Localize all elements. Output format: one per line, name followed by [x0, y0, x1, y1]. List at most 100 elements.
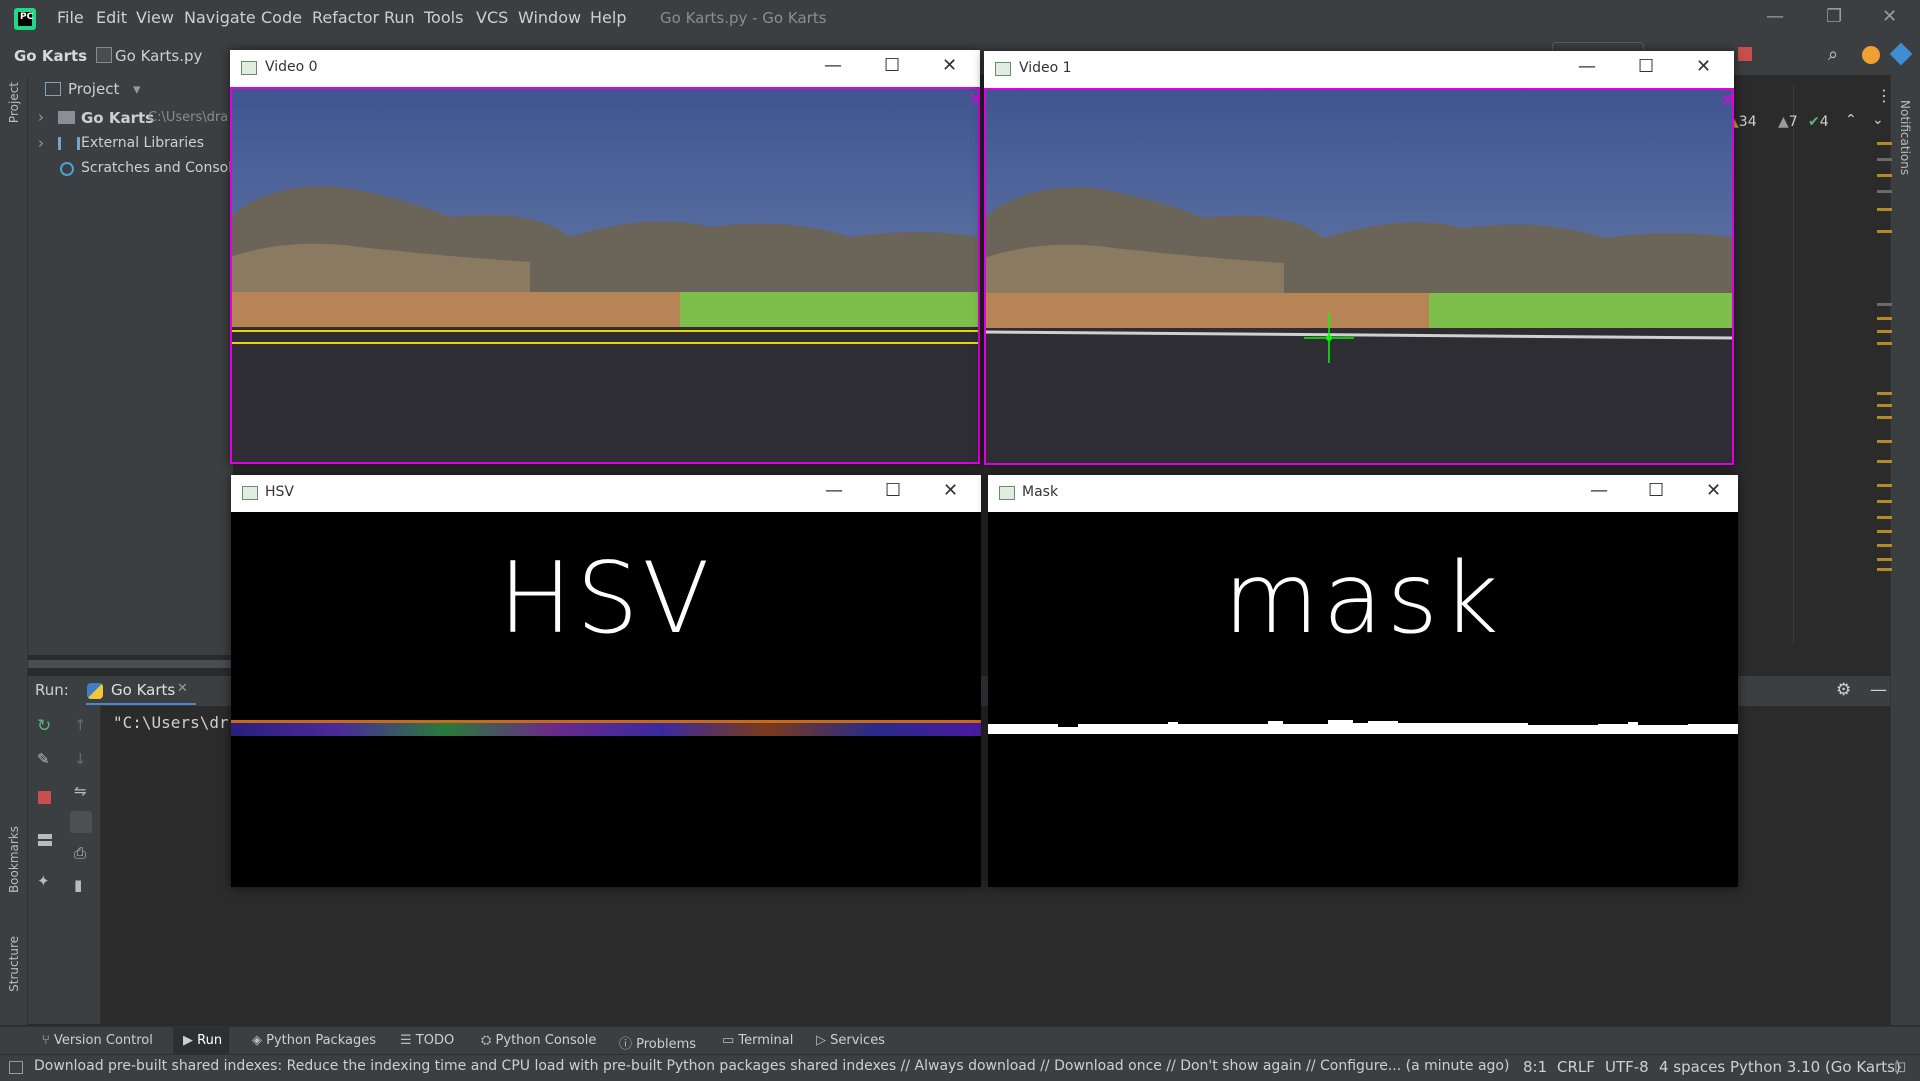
rerun-icon[interactable]: ↻ — [37, 716, 51, 736]
window-titlebar[interactable]: HSV — ☐ ✕ — [231, 475, 981, 512]
breadcrumb-file[interactable]: Go Karts.py — [115, 47, 202, 65]
arrow-down-icon[interactable]: ↓ — [74, 750, 87, 768]
maximize-icon[interactable]: ☐ — [884, 55, 900, 76]
minimize-icon[interactable]: — — [1590, 480, 1608, 501]
menu-view[interactable]: View — [136, 8, 174, 27]
trash-icon[interactable]: ▮ — [74, 876, 82, 894]
close-icon[interactable]: ✕ — [1696, 56, 1711, 77]
chevron-up-icon[interactable]: ⌃ — [1845, 112, 1857, 128]
more-options-icon[interactable]: ⋮ — [1876, 86, 1892, 105]
maximize-icon[interactable]: ☐ — [1648, 480, 1664, 501]
warning-marker[interactable] — [1877, 460, 1892, 463]
warning-marker[interactable] — [1877, 516, 1892, 519]
chevron-down-icon[interactable]: ▾ — [133, 80, 141, 98]
project-panel-title[interactable]: Project — [68, 80, 119, 98]
cv-window-video-1[interactable]: Video 1 — ☐ ✕ ✕ — [984, 51, 1734, 465]
warning-marker[interactable] — [1877, 392, 1892, 395]
chevron-right-icon[interactable]: › — [38, 108, 44, 126]
maximize-icon[interactable]: ☐ — [1638, 56, 1654, 77]
warning-marker[interactable] — [1877, 568, 1892, 571]
warning-marker[interactable] — [1877, 330, 1892, 333]
status-position[interactable]: 8:1 — [1523, 1058, 1547, 1076]
menu-navigate[interactable]: Navigate — [184, 8, 256, 27]
warning-marker[interactable] — [1877, 440, 1892, 443]
warning-marker[interactable] — [1877, 208, 1892, 211]
restore-icon[interactable]: ❐ — [1826, 6, 1842, 27]
notifications-tool-label[interactable]: Notifications — [1898, 100, 1912, 175]
hide-panel-icon[interactable]: — — [1870, 680, 1887, 700]
tree-item-go-karts[interactable]: Go Karts — [81, 109, 154, 127]
close-icon[interactable]: ✕ — [1882, 6, 1897, 27]
window-titlebar[interactable]: Mask — ☐ ✕ — [988, 475, 1738, 512]
warning-marker[interactable] — [1877, 190, 1892, 193]
minimize-icon[interactable]: — — [825, 480, 843, 501]
menu-code[interactable]: Code — [261, 8, 302, 27]
stop-icon[interactable] — [1738, 47, 1752, 61]
status-encoding[interactable]: UTF-8 — [1605, 1058, 1649, 1076]
warning-marker[interactable] — [1877, 500, 1892, 503]
close-icon[interactable]: ✕ — [943, 480, 958, 501]
warning-marker[interactable] — [1877, 230, 1892, 233]
search-icon[interactable]: ⌕ — [1828, 44, 1838, 65]
chevron-right-icon[interactable]: › — [38, 134, 44, 152]
run-tab-go-karts[interactable]: Go Karts — [111, 681, 175, 699]
status-interpreter[interactable]: Python 3.10 (Go Karts) — [1730, 1058, 1901, 1076]
menu-run[interactable]: Run — [384, 8, 415, 27]
warning-marker[interactable] — [1877, 416, 1892, 419]
tab-run[interactable]: ▶ Run — [183, 1033, 222, 1048]
gear-icon[interactable]: ⚙ — [1836, 680, 1851, 700]
chevron-down-icon[interactable]: ⌄ — [1872, 112, 1884, 128]
structure-tool-label[interactable]: Structure — [7, 936, 21, 992]
layout-icon[interactable] — [38, 834, 52, 846]
warning-marker[interactable] — [1877, 404, 1892, 407]
status-line-separator[interactable]: CRLF — [1557, 1058, 1595, 1076]
warning-marker[interactable] — [1877, 303, 1892, 306]
status-message[interactable]: Download pre-built shared indexes: Reduc… — [34, 1058, 1509, 1074]
window-titlebar[interactable]: Video 1 — ☐ ✕ — [984, 51, 1734, 88]
warning-marker[interactable] — [1877, 158, 1892, 161]
warning-marker[interactable] — [1877, 544, 1892, 547]
warning-marker[interactable] — [1877, 558, 1892, 561]
menu-tools[interactable]: Tools — [424, 8, 463, 27]
pin-icon[interactable]: ✦ — [37, 872, 50, 890]
soft-wrap-icon[interactable]: ⇋ — [74, 782, 87, 800]
close-icon[interactable]: ✕ — [942, 55, 957, 76]
breadcrumb-project[interactable]: Go Karts — [14, 47, 87, 65]
project-tool-label[interactable]: Project — [7, 82, 21, 123]
tab-python-console[interactable]: ⛭ Python Console — [481, 1033, 596, 1048]
print-icon[interactable]: ⎙ — [74, 844, 86, 862]
stop-icon[interactable] — [38, 791, 51, 804]
bookmarks-tool-label[interactable]: Bookmarks — [7, 826, 21, 893]
tab-python-packages[interactable]: ◈ Python Packages — [252, 1033, 376, 1048]
warning-marker[interactable] — [1877, 317, 1892, 320]
warning-marker[interactable] — [1877, 484, 1892, 487]
horizontal-scrollbar[interactable] — [28, 660, 233, 668]
inspection-ok[interactable]: ✔4 — [1808, 114, 1829, 130]
menu-window[interactable]: Window — [518, 8, 581, 27]
warning-marker[interactable] — [1877, 142, 1892, 145]
lock-icon[interactable]: ⊡ — [1894, 1058, 1907, 1076]
arrow-up-icon[interactable]: ↑ — [74, 716, 87, 734]
warning-marker[interactable] — [1877, 530, 1892, 533]
minimize-icon[interactable]: — — [1578, 56, 1596, 77]
tab-problems[interactable]: ⓘ Problems — [619, 1033, 696, 1052]
tab-todo[interactable]: ☰ TODO — [400, 1033, 454, 1048]
cv-window-hsv[interactable]: HSV — ☐ ✕ HSV — [231, 475, 981, 887]
tree-item-external-libraries[interactable]: External Libraries — [81, 135, 204, 151]
scroll-to-end-icon[interactable] — [70, 811, 92, 833]
tab-terminal[interactable]: ▭ Terminal — [722, 1033, 793, 1048]
minimize-icon[interactable]: — — [824, 55, 842, 76]
cv-window-mask[interactable]: Mask — ☐ ✕ mask — [988, 475, 1738, 887]
update-icon[interactable] — [1862, 46, 1880, 64]
cv-window-video-0[interactable]: Video 0 — ☐ ✕ ✕ — [230, 50, 980, 464]
tab-version-control[interactable]: ⑂ Version Control — [42, 1033, 153, 1048]
close-icon[interactable]: ✕ — [1706, 480, 1721, 501]
tree-item-scratches[interactable]: Scratches and Consoles — [81, 160, 248, 176]
menu-refactor[interactable]: Refactor — [312, 8, 379, 27]
status-panel-icon[interactable] — [9, 1061, 23, 1074]
tab-services[interactable]: ▷ Services — [816, 1033, 885, 1048]
menu-help[interactable]: Help — [590, 8, 626, 27]
window-titlebar[interactable]: Video 0 — ☐ ✕ — [230, 50, 980, 87]
maximize-icon[interactable]: ☐ — [885, 480, 901, 501]
menu-edit[interactable]: Edit — [96, 8, 127, 27]
